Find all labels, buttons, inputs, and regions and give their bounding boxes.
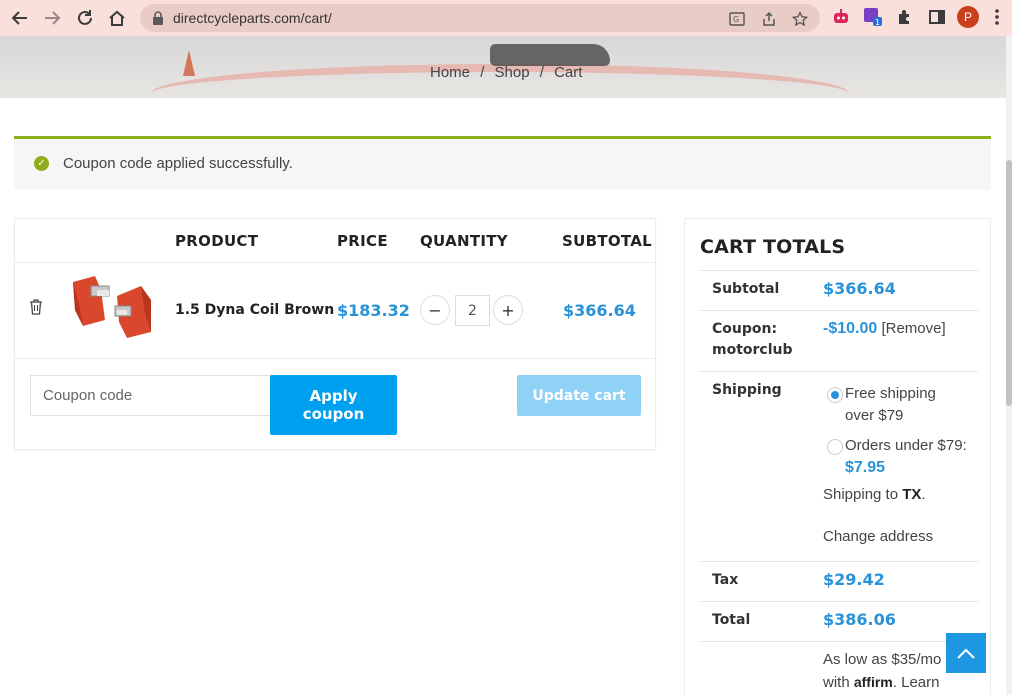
affirm-promo-text: As low as $35/mo: [823, 651, 942, 668]
extension-badge-icon[interactable]: 1: [862, 6, 884, 28]
chevron-up-icon: [957, 648, 975, 659]
remove-coupon-link[interactable]: [Remove]: [881, 320, 945, 337]
quantity-increase-button[interactable]: +: [493, 295, 523, 325]
header-price: PRICE: [337, 232, 388, 250]
affirm-logo: affirm: [853, 674, 893, 690]
product-thumbnail[interactable]: [71, 274, 151, 338]
cart-totals-title: CART TOTALS: [700, 236, 846, 258]
shipping-to-text: Shipping to: [823, 486, 899, 503]
apply-coupon-button[interactable]: Apply coupon: [270, 375, 397, 435]
scroll-to-top-button[interactable]: [946, 633, 986, 673]
address-bar[interactable]: directcycleparts.com/cart/ G: [140, 4, 820, 32]
banner-motorcycle-decoration: [490, 44, 610, 66]
menu-kebab-icon[interactable]: [990, 6, 1004, 28]
totals-divider: [699, 270, 978, 271]
affirm-with-text: with: [823, 674, 850, 691]
page-scrollbar[interactable]: [1006, 36, 1012, 695]
totals-divider: [699, 310, 978, 311]
affirm-promo-line2: with affirm. Learn: [823, 671, 939, 694]
shipping-flat-label[interactable]: Orders under $79: $7.95: [845, 435, 970, 479]
share-icon[interactable]: [760, 10, 778, 28]
extensions-puzzle-icon[interactable]: [894, 6, 916, 28]
translate-icon[interactable]: G: [728, 10, 746, 28]
breadcrumb-home[interactable]: Home: [430, 64, 470, 81]
breadcrumb-separator: /: [539, 64, 544, 81]
total-value: $386.06: [823, 610, 896, 629]
cart-totals-panel: CART TOTALS Subtotal $366.64 Coupon: mot…: [684, 218, 991, 695]
header-subtotal: SUBTOTAL: [562, 232, 653, 250]
line-subtotal: $366.64: [563, 301, 636, 320]
check-circle-icon: ✓: [34, 156, 49, 171]
browser-toolbar: directcycleparts.com/cart/ G 1 P: [0, 0, 1012, 36]
affirm-learn-link[interactable]: . Learn: [893, 674, 940, 691]
quantity-input[interactable]: 2: [455, 295, 490, 326]
totals-divider: [699, 641, 978, 642]
update-cart-button[interactable]: Update cart: [517, 375, 641, 416]
scrollbar-thumb[interactable]: [1006, 160, 1012, 406]
table-divider: [15, 358, 655, 359]
svg-text:G: G: [733, 15, 739, 24]
reload-icon[interactable]: [73, 6, 97, 30]
success-notice: ✓ Coupon code applied successfully.: [14, 136, 991, 190]
coupon-discount-value: -$10.00: [823, 320, 878, 337]
shipping-flat-text: Orders under $79:: [845, 437, 967, 454]
totals-divider: [699, 601, 978, 602]
cart-table: PRODUCT PRICE QUANTITY SUBTOTAL 1.5 Dyna…: [14, 218, 656, 450]
subtotal-label: Subtotal: [712, 281, 780, 297]
product-price: $183.32: [337, 301, 410, 320]
coupon-label: Coupon: motorclub: [712, 321, 793, 358]
shipping-destination: Shipping to TX.: [823, 486, 926, 503]
banner-cone-decoration: [183, 50, 195, 76]
home-icon[interactable]: [105, 6, 129, 30]
table-divider: [15, 262, 655, 263]
breadcrumb-separator: /: [480, 64, 485, 81]
header-product: PRODUCT: [175, 232, 259, 250]
notice-message: Coupon code applied successfully.: [63, 155, 293, 172]
remove-item-trash-icon[interactable]: [29, 299, 43, 315]
forward-icon[interactable]: [40, 6, 64, 30]
totals-divider: [699, 561, 978, 562]
extension-robot-icon[interactable]: [830, 6, 852, 28]
breadcrumb: Home / Shop / Cart: [430, 64, 588, 81]
back-icon[interactable]: [8, 6, 32, 30]
breadcrumb-cart: Cart: [554, 64, 583, 81]
header-quantity: QUANTITY: [420, 232, 508, 250]
change-address-link[interactable]: Change address: [823, 526, 933, 548]
shipping-flat-radio[interactable]: [827, 439, 843, 455]
total-label: Total: [712, 612, 751, 628]
product-name-link[interactable]: 1.5 Dyna Coil Brown: [175, 302, 334, 318]
breadcrumb-shop[interactable]: Shop: [495, 64, 530, 81]
shipping-free-radio[interactable]: [827, 387, 843, 403]
profile-avatar[interactable]: P: [957, 6, 979, 28]
quantity-decrease-button[interactable]: −: [420, 295, 450, 325]
url-text: directcycleparts.com/cart/: [173, 10, 332, 26]
bookmark-star-icon[interactable]: [791, 10, 809, 28]
svg-text:1: 1: [875, 18, 880, 27]
shipping-label: Shipping: [712, 382, 782, 398]
coupon-discount: -$10.00 [Remove]: [823, 318, 946, 340]
lock-icon: [153, 11, 163, 25]
tax-label: Tax: [712, 572, 739, 588]
totals-divider: [699, 371, 978, 372]
apply-coupon-label: Apply coupon: [302, 387, 365, 423]
tax-value: $29.42: [823, 570, 885, 589]
page-banner: Home / Shop / Cart: [0, 36, 1006, 98]
coupon-code-input[interactable]: Coupon code: [30, 375, 272, 416]
shipping-state: TX: [902, 486, 922, 503]
shipping-free-label[interactable]: Free shipping over $79: [845, 383, 965, 427]
side-panel-icon[interactable]: [926, 6, 948, 28]
subtotal-value: $366.64: [823, 279, 896, 298]
shipping-flat-price: $7.95: [845, 459, 886, 476]
